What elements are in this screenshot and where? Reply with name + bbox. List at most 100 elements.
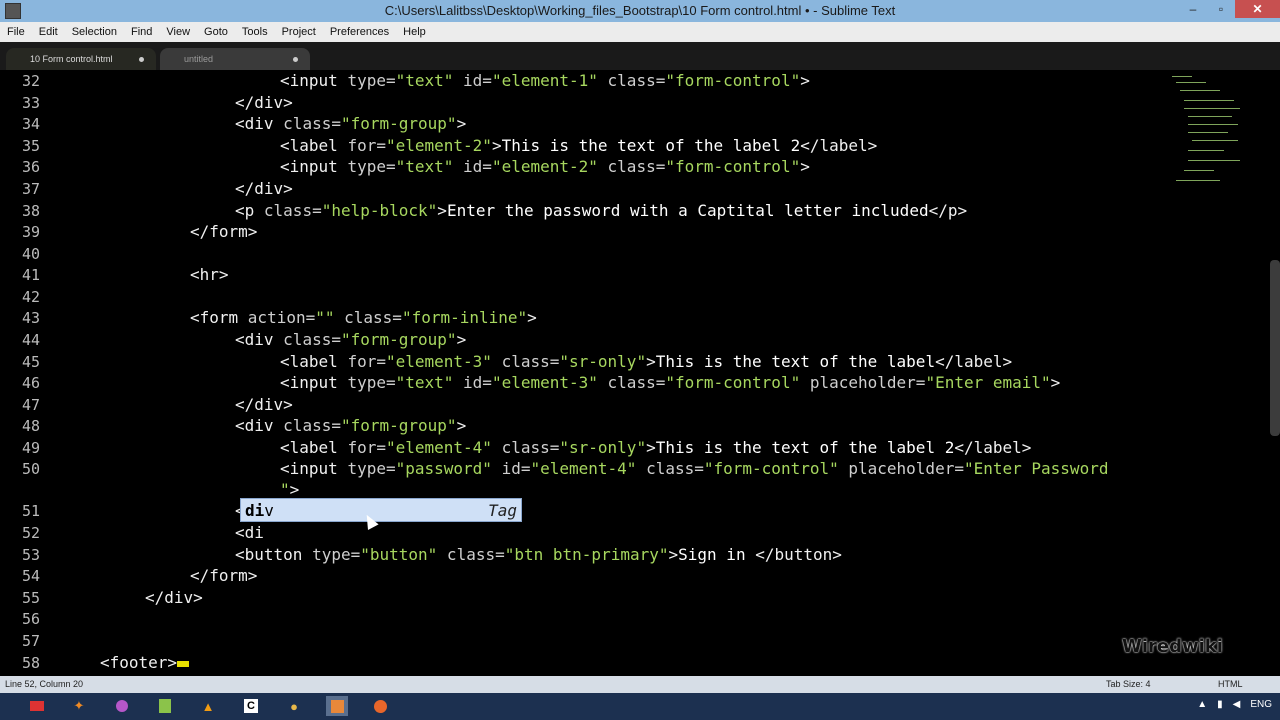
tag: </div> — [145, 588, 203, 607]
tag: > — [1050, 373, 1061, 392]
menu-file[interactable]: File — [0, 26, 32, 38]
autocomplete-kind: Tag — [488, 501, 517, 520]
line-number: 53 — [21, 546, 40, 564]
fox-icon[interactable]: ✦ — [68, 696, 90, 716]
maximize-button[interactable]: ▫ — [1207, 0, 1235, 18]
minimap[interactable] — [1168, 70, 1248, 190]
line-number: 55 — [21, 589, 40, 607]
tag: <label — [280, 352, 348, 371]
tag: <input — [280, 157, 348, 176]
tab-form-control[interactable]: 10 Form control.html — [6, 48, 156, 70]
menu-selection[interactable]: Selection — [65, 26, 124, 38]
code-line: <label for="element-2">This is the text … — [280, 136, 877, 155]
code-line: </form> — [190, 566, 257, 585]
attr: class= — [597, 71, 666, 90]
attr: class= — [491, 352, 560, 371]
menu-preferences[interactable]: Preferences — [323, 26, 396, 38]
menu-help[interactable]: Help — [396, 26, 433, 38]
line-number: 40 — [21, 245, 40, 263]
string: "element-4" — [385, 438, 492, 457]
menu-edit[interactable]: Edit — [32, 26, 65, 38]
c-icon[interactable]: C — [240, 696, 262, 716]
unsaved-dot-icon[interactable] — [139, 57, 144, 62]
text: Enter the password with a Captital lette… — [446, 201, 929, 220]
menu-goto[interactable]: Goto — [197, 26, 235, 38]
vertical-scrollbar[interactable] — [1270, 260, 1280, 436]
text-caret — [177, 660, 190, 667]
code-line: <input type="text" id="element-3" class=… — [280, 373, 1060, 392]
code-line: </div> — [235, 179, 293, 198]
network-icon[interactable]: ▮ — [1217, 699, 1223, 710]
attr: class= — [597, 157, 666, 176]
string: "button" — [360, 545, 438, 564]
orb-icon[interactable] — [111, 696, 133, 716]
autocomplete-suggestion[interactable]: div — [245, 501, 274, 520]
tab-size[interactable]: Tab Size: 4 — [1106, 679, 1151, 689]
string: "password" — [395, 459, 492, 478]
sublime-icon[interactable] — [326, 696, 348, 716]
string: "element-2" — [491, 157, 598, 176]
tag: <footer> — [100, 653, 178, 672]
line-number: 36 — [21, 158, 40, 176]
menu-find[interactable]: Find — [124, 26, 159, 38]
menu-tools[interactable]: Tools — [235, 26, 275, 38]
watermark: Wiredwiki — [1122, 636, 1223, 657]
string: "" — [315, 308, 335, 327]
tray-arrow-icon[interactable]: ▲ — [1197, 699, 1207, 710]
menu-project[interactable]: Project — [275, 26, 323, 38]
unsaved-dot-icon[interactable] — [293, 57, 298, 62]
attr: class= — [597, 373, 666, 392]
tag: <input — [280, 71, 348, 90]
code-line: <form action="" class="form-inline"> — [190, 308, 537, 327]
owl-icon[interactable]: ● — [283, 696, 305, 716]
line-number: 34 — [21, 115, 40, 133]
tag: </div> — [235, 395, 293, 414]
tag: > — [646, 352, 656, 371]
code-line: <div class="form-group"> — [235, 416, 466, 435]
minimize-button[interactable]: – — [1179, 0, 1207, 18]
code-line: </div> — [235, 93, 293, 112]
string: "sr-only" — [559, 438, 647, 457]
line-number: 52 — [21, 524, 40, 542]
autocomplete-match: di — [245, 501, 265, 520]
close-button[interactable]: ✕ — [1235, 0, 1280, 18]
language-indicator[interactable]: ENG — [1250, 699, 1272, 710]
string: "element-1" — [491, 71, 598, 90]
string: "form-control" — [665, 157, 801, 176]
volume-icon[interactable]: ◀ — [1233, 699, 1241, 710]
taskbar: ✦ ▲ C ● ▲ ▮ ◀ ENG — [0, 693, 1280, 720]
line-number: 41 — [21, 266, 40, 284]
syntax-mode[interactable]: HTML — [1218, 679, 1243, 689]
cone-icon[interactable]: ▲ — [197, 696, 219, 716]
line-number: 56 — [21, 610, 40, 628]
tag: </form> — [190, 566, 258, 585]
menu-view[interactable]: View — [159, 26, 197, 38]
tag: > — [800, 157, 810, 176]
line-number: 45 — [21, 353, 40, 371]
tag: <hr> — [190, 265, 229, 284]
attr: id= — [453, 71, 492, 90]
string: "Enter Password — [963, 459, 1109, 478]
line-number: 51 — [21, 502, 40, 520]
code-editor[interactable]: 32 33 34 35 36 37 38 39 40 41 42 43 44 4… — [0, 70, 1280, 676]
attr: class= — [263, 201, 322, 220]
attr: class= — [636, 459, 704, 478]
attr: class= — [491, 438, 560, 457]
line-number: 58 — [21, 654, 40, 672]
tag: <div — [235, 330, 284, 349]
tag: > — [527, 308, 537, 327]
attr: type= — [312, 545, 361, 564]
tag: > — [437, 201, 447, 220]
attr: id= — [453, 157, 492, 176]
tab-untitled[interactable]: untitled — [160, 48, 310, 70]
attr: placeholder= — [800, 373, 926, 392]
attr: placeholder= — [838, 459, 964, 478]
string: "text" — [395, 71, 454, 90]
firefox-icon[interactable] — [369, 696, 391, 716]
tag: <di — [235, 523, 264, 542]
mail-icon[interactable] — [26, 696, 48, 716]
line-number: 44 — [21, 331, 40, 349]
autocomplete-popup[interactable]: div Tag — [240, 498, 522, 522]
notepad-icon[interactable] — [154, 696, 176, 716]
text: This is the text of the label 2 — [655, 438, 955, 457]
